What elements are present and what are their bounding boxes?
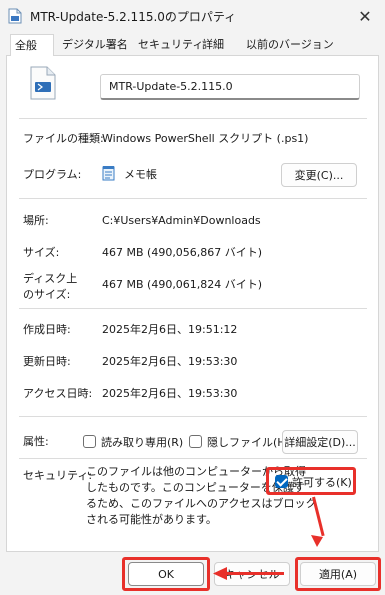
security-text-line: このファイルは他のコンピューターから取得 (86, 465, 306, 478)
powershell-file-icon (30, 66, 56, 100)
size-value: 467 MB (490,056,867 バイト) (102, 246, 263, 259)
readonly-label[interactable]: 読み取り専用(R) (101, 434, 183, 450)
close-button[interactable]: ✕ (345, 0, 385, 32)
highlight-box-allow (266, 467, 356, 495)
tab-security[interactable]: セキュリティ (134, 34, 207, 56)
tab-previous-versions[interactable]: 以前のバージョン (242, 34, 338, 56)
notepad-icon (102, 166, 115, 181)
hidden-label[interactable]: 隠しファイル(H) (207, 434, 290, 450)
program-value: メモ帳 (124, 168, 157, 181)
location-label: 場所: (23, 214, 49, 227)
file-type-value: Windows PowerShell スクリプト (.ps1) (102, 132, 309, 145)
tab-strip: 全般 デジタル署名 セキュリティ 詳細 以前のバージョン (6, 34, 379, 57)
readonly-checkbox[interactable] (83, 435, 96, 448)
divider (19, 458, 367, 459)
hidden-checkbox[interactable] (189, 435, 202, 448)
tab-digital-signatures[interactable]: デジタル署名 (58, 34, 132, 56)
modified-value: 2025年2月6日、19:53:30 (102, 355, 238, 368)
highlight-box-ok (122, 557, 210, 591)
divider (19, 198, 367, 199)
created-label: 作成日時: (23, 323, 71, 336)
annotation-arrow-line (312, 496, 325, 537)
advanced-button[interactable]: 詳細設定(D)... (282, 430, 358, 454)
change-program-button[interactable]: 変更(C)... (281, 163, 357, 187)
attributes-label: 属性: (23, 435, 49, 448)
security-text-line: るため、このファイルへのアクセスはブロック (86, 497, 317, 510)
general-panel: MTR-Update-5.2.115.0 ファイルの種類: Windows Po… (6, 56, 379, 552)
title-bar: MTR-Update-5.2.115.0のプロパティ ✕ (0, 0, 385, 32)
disk-size-label-line2: のサイズ: (23, 288, 71, 301)
accessed-value: 2025年2月6日、19:53:30 (102, 387, 238, 400)
annotation-arrow-line (224, 572, 284, 575)
annotation-arrow-head (213, 567, 227, 580)
file-name-input[interactable]: MTR-Update-5.2.115.0 (100, 74, 360, 100)
location-value: C:¥Users¥Admin¥Downloads (102, 214, 261, 227)
security-text-line: したものです。このコンピューターを保護す (86, 481, 305, 494)
size-label: サイズ: (23, 246, 60, 259)
window-title: MTR-Update-5.2.115.0のプロパティ (30, 10, 237, 24)
tab-details[interactable]: 詳細 (198, 34, 228, 56)
divider (19, 416, 367, 417)
tab-general[interactable]: 全般 (10, 34, 54, 57)
annotation-arrow-head (311, 535, 323, 547)
program-label: プログラム: (23, 168, 82, 181)
dialog-footer: OK キャンセル 適用(A) (0, 552, 385, 595)
file-type-label: ファイルの種類: (23, 132, 104, 145)
accessed-label: アクセス日時: (23, 387, 93, 400)
security-text-line: される可能性があります。 (86, 513, 217, 526)
divider (19, 118, 367, 119)
file-icon (8, 8, 22, 24)
modified-label: 更新日時: (23, 355, 71, 368)
disk-size-label-line1: ディスク上 (23, 272, 78, 285)
divider (19, 308, 367, 309)
security-warning-text: このファイルは他のコンピューターから取得 したものです。このコンピューターを保護… (86, 464, 317, 528)
highlight-box-apply (295, 557, 381, 591)
created-value: 2025年2月6日、19:51:12 (102, 323, 238, 336)
security-label: セキュリティ: (23, 469, 93, 482)
disk-size-value: 467 MB (490,061,824 バイト) (102, 278, 263, 291)
